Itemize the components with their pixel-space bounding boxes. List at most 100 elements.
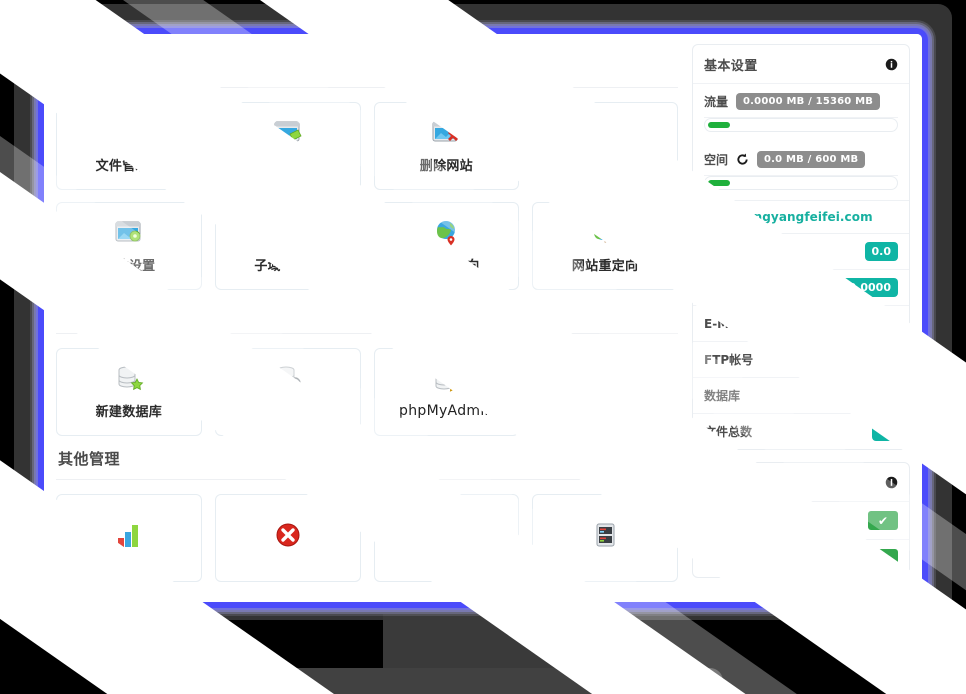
monitor-neck [383, 614, 583, 672]
section-divider [56, 87, 678, 88]
stat-row-traffic-gb: 流量 GB 0.0000 [693, 270, 909, 306]
tile-label: phpMyAdmin [399, 402, 494, 419]
tile-hotlink-protection[interactable] [373, 494, 520, 582]
info-circle-icon[interactable] [885, 58, 898, 71]
info-circle-icon[interactable] [885, 476, 898, 489]
tile-label: MySQL管理 [248, 405, 327, 420]
stat-key: 空间 MB [704, 245, 754, 259]
section-title-database-management: 数据库管理 [58, 304, 136, 322]
tile-phpmyadmin[interactable]: phpMyAdmin [373, 348, 520, 436]
database-star-icon [435, 368, 462, 392]
stat-value: 1 [872, 314, 898, 333]
tile-create-database[interactable]: 新建数据库 [56, 348, 202, 436]
section-title-site-management: 站点管理 [58, 58, 121, 76]
tile-label: 修改绑定 [578, 159, 632, 174]
progress-fill [708, 180, 731, 186]
section-divider [56, 333, 678, 334]
card-head-basic-settings: 基本设置 [693, 45, 909, 84]
database-search-icon [277, 366, 301, 389]
stat-row-ftp-account: FTP帐号 1 [693, 342, 909, 378]
stat-key: 流量 GB [704, 281, 752, 295]
tile-label: 删除网站 [419, 159, 473, 174]
globe-pin-icon [437, 221, 456, 246]
tile-file-manager[interactable]: 文件管理器 [56, 102, 202, 190]
service-name: MySQL: [704, 551, 752, 566]
refresh-icon[interactable] [736, 153, 749, 166]
meter-value-badge: 0.0 MB / 600 MB [757, 151, 866, 168]
meter-value-badge: 0.0000 MB / 15360 MB [736, 93, 881, 110]
window-delete-icon [432, 121, 459, 142]
progress-space [693, 176, 909, 200]
tile-server-info[interactable] [532, 494, 678, 582]
stat-value: 1 [872, 350, 898, 369]
tile-grid-site-management: 文件管理器 添加域名 删除网站 修改绑定 更改设置 子域名管理 多域名指向 网站… [56, 102, 678, 290]
tile-multi-domain-pointing[interactable]: 多域名指向 [373, 202, 520, 290]
card-server-status: 服务器状态 Apache: ✔ MySQL: ✔ [692, 462, 910, 578]
tile-error-page[interactable] [214, 494, 361, 582]
progress-traffic [693, 118, 909, 142]
tile-edit-binding[interactable]: 修改绑定 [532, 102, 678, 190]
globe-redirect-icon [594, 222, 619, 243]
tile-grid-database-management: 新建数据库 MySQL管理 phpMyAdmin [56, 348, 678, 436]
section-database-management: 数据库管理 新建数据库 MySQL管理 phpMyAdmin [56, 290, 678, 436]
tile-add-domain[interactable]: 添加域名 [214, 102, 361, 190]
card-title: 服务器状态 [704, 477, 772, 492]
tile-site-redirect[interactable]: 网站重定向 [532, 202, 678, 290]
stat-key: 文件总数 [704, 425, 753, 439]
check-icon: ✔ [868, 549, 898, 568]
section-title-other-management: 其他管理 [58, 450, 121, 468]
tile-mysql-management[interactable]: MySQL管理 [214, 348, 361, 436]
stat-row-email: E-Mail 1 [693, 306, 909, 342]
window-settings-icon [115, 221, 141, 242]
window-add-domain-icon [274, 121, 302, 142]
stat-key: E-Mail [704, 316, 746, 331]
tile-subdomain-management[interactable]: 子域名管理 [214, 202, 361, 290]
meter-row-space: 空间 0.0 MB / 600 MB [693, 142, 909, 175]
database-add-icon [118, 366, 144, 391]
monitor-foot [243, 668, 723, 694]
stat-value: 0 [872, 386, 898, 405]
tile-label: 文件管理器 [95, 159, 163, 174]
stat-row-file-count: 文件总数 0 [693, 414, 909, 449]
stat-row-space-mb: 空间 MB 0.0 [693, 234, 909, 270]
section-site-management: 站点管理 文件管理器 添加域名 删除网站 修改绑定 更改设置 子域名管理 多域名… [56, 44, 678, 290]
tile-label: 多域名指向 [413, 259, 480, 274]
tile-label: 添加域名 [261, 159, 315, 174]
progress-track [704, 118, 898, 132]
tile-label: 网站重定向 [571, 259, 639, 274]
globe-hand-icon [278, 221, 298, 244]
meter-label: 空间 [704, 153, 729, 167]
photo-user-icon [435, 523, 458, 545]
control-panel-page: 站点管理 文件管理器 添加域名 删除网站 修改绑定 更改设置 子域名管理 多域名… [44, 34, 922, 602]
folder-star-icon [114, 123, 144, 147]
section-other-management: 其他管理 [56, 436, 678, 582]
card-title: 基本设置 [704, 59, 758, 74]
progress-fill [708, 122, 731, 128]
stat-value: 0.0 [864, 242, 898, 261]
monitor-mockup: 站点管理 文件管理器 添加域名 删除网站 修改绑定 更改设置 子域名管理 多域名… [0, 0, 966, 694]
stat-row-database: 数据库 0 [693, 378, 909, 414]
stat-value: 0 [872, 422, 898, 441]
tile-label: 更改设置 [102, 259, 156, 274]
service-row-mysql: MySQL: ✔ [693, 540, 909, 577]
main-column: 站点管理 文件管理器 添加域名 删除网站 修改绑定 更改设置 子域名管理 多域名… [56, 44, 678, 602]
domain-name: yangyangyangfeifei.com [704, 210, 873, 224]
server-rack-icon [596, 523, 615, 546]
tile-delete-site[interactable]: 删除网站 [373, 102, 520, 190]
card-head-server-status: 服务器状态 [693, 463, 909, 502]
tile-grid-other-management [56, 494, 678, 582]
tile-traffic-stats[interactable] [56, 494, 202, 582]
stat-key: FTP帐号 [704, 353, 754, 367]
check-icon: ✔ [868, 511, 898, 530]
sidebar-column: 基本设置 流量 0.0000 MB / 15360 MB 空间 0.0 MB /… [692, 44, 910, 602]
card-basic-settings: 基本设置 流量 0.0000 MB / 15360 MB 空间 0.0 MB /… [692, 44, 910, 450]
meter-row-traffic: 流量 0.0000 MB / 15360 MB [693, 84, 909, 117]
tile-label: 子域名管理 [254, 259, 321, 274]
tile-label: 新建数据库 [95, 405, 163, 420]
domain-row[interactable]: yangyangyangfeifei.com [693, 200, 909, 234]
tile-change-settings[interactable]: 更改设置 [56, 202, 202, 290]
service-name: Apache: [704, 513, 755, 528]
service-row-apache: Apache: ✔ [693, 502, 909, 540]
red-x-icon [276, 523, 300, 546]
meter-label: 流量 [704, 95, 729, 109]
